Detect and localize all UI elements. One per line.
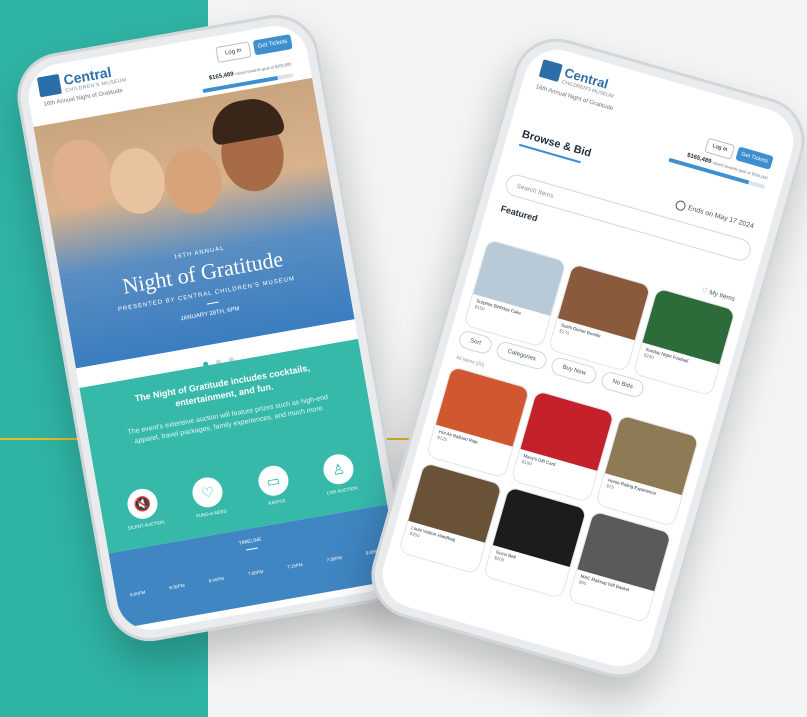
museum-logo-icon	[36, 73, 63, 98]
feature-label: SILENT AUCTION	[127, 519, 165, 531]
muted-speaker-icon: 🔇	[125, 486, 160, 522]
heart-icon: ♡	[190, 474, 226, 510]
ticket-icon: ▭	[255, 463, 291, 499]
timeline-divider	[245, 547, 258, 551]
clock-icon	[674, 199, 687, 212]
item-card[interactable]: Sushi Dinner Bundle $170	[547, 263, 652, 373]
feature-label: RAFFLE	[267, 498, 286, 506]
auctioneer-icon: ♙	[321, 451, 356, 487]
item-card[interactable]: Sunday Night Football $240	[632, 287, 736, 397]
all-items-grid: Hot Air Balloon Ride $125 Macy's Gift Card…	[398, 365, 700, 624]
timeline-time: 7:15PM	[286, 561, 304, 570]
timeline-time: 7:00PM	[247, 568, 264, 577]
get-tickets-button[interactable]: Get Tickets	[252, 34, 293, 56]
timeline-time: 7:30PM	[326, 555, 343, 563]
footer-logo: Central	[144, 631, 176, 635]
featured-heading: Featured	[499, 203, 539, 224]
feature-label: LIVE AUCTION	[326, 485, 358, 496]
my-items-label: My Items	[708, 289, 736, 304]
browse-bid-screen: Central CHILDREN'S MUSEUM 16th Annual Ni…	[374, 41, 802, 675]
item-card[interactable]: MAC Makeup Gift Basket $90	[567, 510, 673, 624]
child-face	[104, 143, 170, 219]
timeline-time: 6:00PM	[129, 589, 146, 598]
footer-links[interactable]: Privacy Policy | Terms & Conditions	[322, 598, 385, 614]
feature-fund-a-need[interactable]: ♡ FUND-A-NEED	[178, 473, 240, 521]
filter-chip-sort[interactable]: Sort	[457, 329, 494, 356]
feature-live-auction[interactable]: ♙ LIVE AUCTION	[308, 450, 370, 498]
feature-raffle[interactable]: ▭ RAFFLE	[243, 461, 305, 509]
login-button[interactable]: Log In	[215, 41, 252, 64]
hero-banner: 16TH ANNUAL Night of Gratitude PRESENTED…	[33, 77, 355, 369]
all-items-count: All Items (20)	[455, 354, 486, 369]
museum-logo-icon	[538, 59, 563, 83]
timeline-time: 6:30PM	[168, 582, 186, 591]
timeline-time: 6:45PM	[208, 575, 225, 584]
hero-divider	[206, 301, 219, 305]
browse-body: Browse & Bid Ends on May 17 2024 Search …	[375, 92, 787, 674]
feature-silent-auction[interactable]: 🔇 SILENT AUCTION	[112, 484, 174, 532]
item-card[interactable]: Horse Riding Experience $75	[594, 414, 700, 528]
child-face	[46, 134, 116, 214]
feature-label: FUND-A-NEED	[195, 508, 228, 519]
child-face	[159, 143, 227, 219]
item-card[interactable]: Surprise Birthday Cake $150	[463, 238, 567, 348]
phone-right: Central CHILDREN'S MUSEUM 16th Annual Ni…	[361, 28, 807, 688]
